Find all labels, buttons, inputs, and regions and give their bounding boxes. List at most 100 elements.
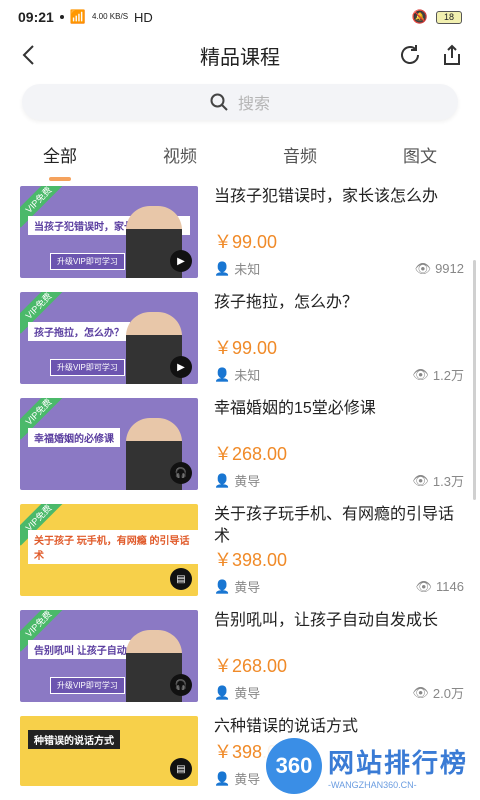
course-price: ￥99.00 [214,232,278,252]
watermark-name: 网站排行榜 [327,747,468,778]
headphones-icon: 🎧 [170,674,192,696]
course-meta: 👤 黄导 👁 1146 [214,577,464,596]
thumbnail-banner: 关于孩子 玩手机，有网瘾 的引导话术 [28,530,198,564]
course-price: ￥268.00 [214,444,288,464]
share-icon [444,44,460,65]
search-placeholder: 搜索 [237,96,270,113]
tab-video[interactable]: 视频 [149,136,211,173]
search-icon [210,93,228,111]
upgrade-label: 升级VIP即可学习 [50,359,125,376]
course-title: 关于孩子玩手机、有网瘾的引导话术 [214,506,455,545]
course-item[interactable]: VIP免费 关于孩子 玩手机，有网瘾 的引导话术 ▤ 关于孩子玩手机、有网瘾的引… [20,500,464,606]
author-name: 黄导 [234,580,261,595]
view-count: 1.3万 [432,474,464,489]
thumbnail-banner: 幸福婚姻的必修课 [28,428,120,447]
course-meta: 👤 未知 👁 9912 [214,259,464,278]
eye-icon: 👁 [412,472,429,488]
author: 👤 黄导 [214,683,260,702]
course-meta: 👤 黄导 👁 1.3万 [214,471,464,490]
category-tabs: 全部 视频 音频 图文 [0,126,480,182]
scrollbar[interactable] [473,260,476,500]
search-input[interactable]: 搜索 [22,84,458,120]
document-icon: ▤ [170,568,192,590]
author: 👤 未知 [214,365,260,384]
author-name: 未知 [234,368,261,383]
views: 👁 1.2万 [412,365,464,384]
notification-dot [59,15,64,19]
course-thumbnail: 种错误的说话方式 ▤ [20,716,198,786]
course-item[interactable]: VIP免费 告别吼叫 让孩子自动自发成长 升级VIP即可学习 🎧 告别吼叫，让孩… [20,606,464,712]
course-thumbnail: VIP免费 当孩子犯错误时，家长该怎么办？ 升级VIP即可学习 ▶ [20,186,198,278]
course-title: 孩子拖拉，怎么办？ [214,294,359,311]
eye-icon: 👁 [415,578,433,594]
course-title: 幸福婚姻的15堂必修课 [214,400,376,417]
course-info: 当孩子犯错误时，家长该怎么办 ￥99.00 👤 未知 👁 9912 [198,186,464,288]
views: 👁 1146 [416,577,464,596]
eye-icon: 👁 [412,684,429,700]
headphones-icon: 🎧 [170,462,192,484]
view-count: 9912 [435,261,464,276]
nav-bar: 精品课程 [0,34,480,76]
user-icon: 👤 [214,260,231,276]
course-meta: 👤 未知 👁 1.2万 [214,365,464,384]
refresh-icon [401,45,419,64]
author-name: 黄导 [234,772,261,787]
tab-all[interactable]: 全部 [29,136,91,173]
course-info: 孩子拖拉，怎么办？ ￥99.00 👤 未知 👁 1.2万 [198,292,464,394]
watermark-url: -WANGZHAN360.CN- [327,779,417,790]
author: 👤 未知 [214,259,260,278]
course-item[interactable]: VIP免费 幸福婚姻的必修课 🎧 幸福婚姻的15堂必修课 ￥268.00 👤 黄导… [20,394,464,500]
battery-icon: 18 [436,10,462,24]
upgrade-label: 升级VIP即可学习 [50,253,125,270]
course-thumbnail: VIP免费 孩子拖拉，怎么办？ 升级VIP即可学习 ▶ [20,292,198,384]
course-meta: 👤 黄导 👁 2.0万 [214,683,464,702]
wifi-icon: 📶 [69,9,86,24]
course-price: ￥99.00 [214,338,278,358]
tab-article[interactable]: 图文 [389,136,451,173]
search-wrap: 搜索 [0,76,480,120]
watermark-text: 网站排行榜 -WANGZHAN360.CN- [328,743,468,790]
user-icon: 👤 [214,578,231,594]
status-left: 09:21 📶 4.00 KB/S HD [18,9,153,25]
user-icon: 👤 [214,684,231,700]
upgrade-label: 升级VIP即可学习 [50,677,125,694]
watermark-logo: 360 [265,738,322,794]
thumbnail-banner: 孩子拖拉，怎么办？ [28,322,130,341]
view-count: 2.0万 [432,686,464,701]
course-list: VIP免费 当孩子犯错误时，家长该怎么办？ 升级VIP即可学习 ▶ 当孩子犯错误… [0,182,480,800]
nav-actions [394,39,468,71]
eye-icon: 👁 [412,366,429,382]
view-count: 1146 [436,579,464,594]
status-time: 09:21 [18,9,54,25]
eye-icon: 👁 [414,260,432,276]
user-icon: 👤 [214,472,231,488]
author-name: 未知 [234,262,261,277]
course-item[interactable]: VIP免费 当孩子犯错误时，家长该怎么办？ 升级VIP即可学习 ▶ 当孩子犯错误… [20,182,464,288]
back-icon [22,45,34,65]
watermark: 360 网站排行榜 -WANGZHAN360.CN- [261,736,472,796]
play-icon: ▶ [170,250,192,272]
course-info: 告别吼叫，让孩子自动自发成长 ￥268.00 👤 黄导 👁 2.0万 [198,610,464,712]
views: 👁 9912 [415,259,464,278]
course-price: ￥268.00 [214,656,288,676]
user-icon: 👤 [214,366,231,382]
author-name: 黄导 [234,686,261,701]
play-icon: ▶ [170,356,192,378]
views: 👁 1.3万 [412,471,464,490]
mute-icon: 🔕 [411,9,428,24]
view-count: 1.2万 [432,368,464,383]
tab-audio[interactable]: 音频 [269,136,331,173]
course-thumbnail: VIP免费 关于孩子 玩手机，有网瘾 的引导话术 ▤ [20,504,198,596]
views: 👁 2.0万 [412,683,464,702]
network-type: HD [134,9,153,25]
author: 👤 黄导 [214,577,260,596]
network-speed: 4.00 KB/S [92,12,129,21]
author: 👤 黄导 [214,471,260,490]
author: 👤 黄导 [214,769,260,788]
refresh-button[interactable] [394,39,426,71]
share-button[interactable] [436,39,468,71]
status-right: 🔕 18 [412,9,462,25]
back-button[interactable] [12,39,44,71]
course-item[interactable]: VIP免费 孩子拖拉，怎么办？ 升级VIP即可学习 ▶ 孩子拖拉，怎么办？ ￥9… [20,288,464,394]
course-info: 幸福婚姻的15堂必修课 ￥268.00 👤 黄导 👁 1.3万 [198,398,464,500]
